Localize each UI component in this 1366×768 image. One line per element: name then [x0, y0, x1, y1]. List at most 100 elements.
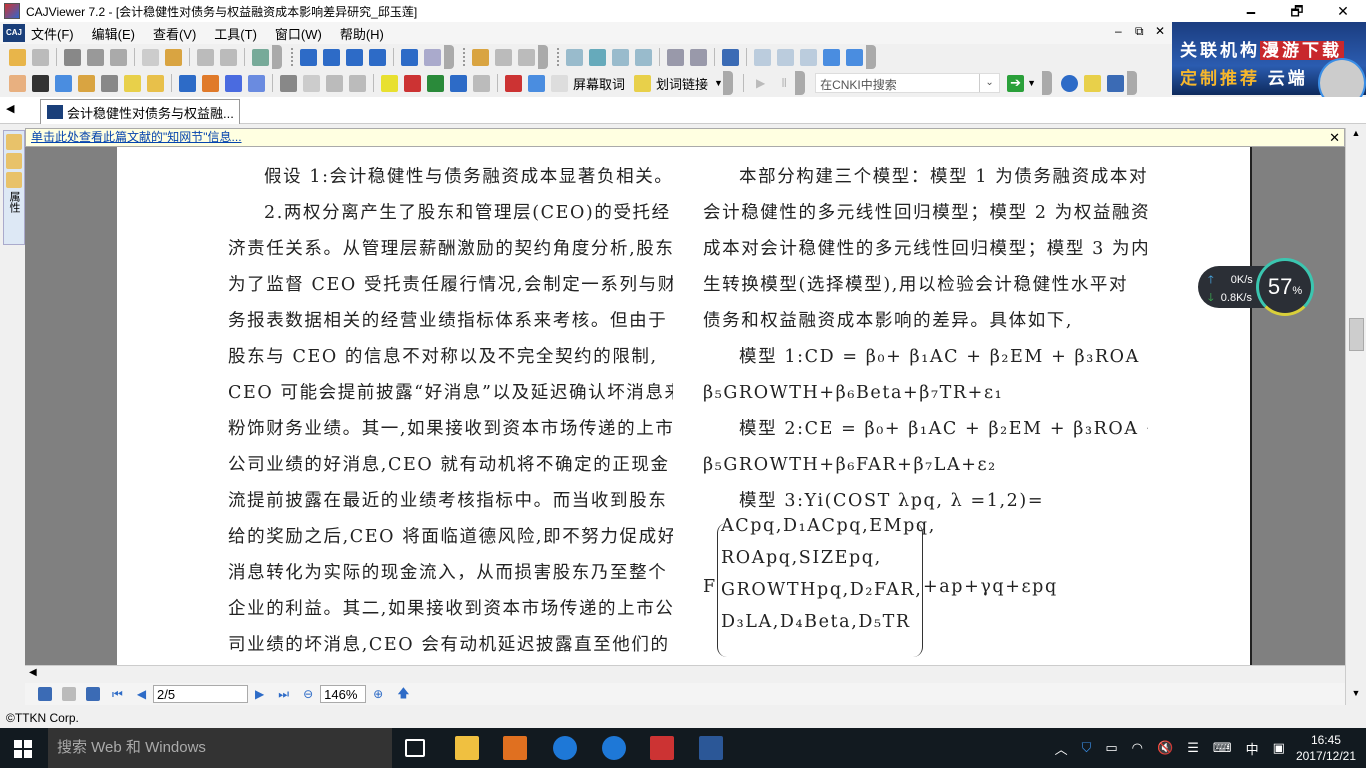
- send-icon[interactable]: [110, 48, 127, 66]
- toolbar-grip[interactable]: [1042, 71, 1053, 95]
- audio-icon[interactable]: [349, 74, 366, 92]
- document-view[interactable]: 假设 1:会计稳健性与债务融资成本显著负相关。 2.两权分离产生了股东和管理层(C…: [25, 147, 1345, 665]
- scroll-top-icon[interactable]: 🡅: [397, 684, 409, 705]
- menu-window[interactable]: 窗口(W): [275, 24, 322, 43]
- menu-help[interactable]: 帮助(H): [340, 24, 384, 43]
- zoom-out-icon[interactable]: [823, 48, 840, 66]
- zoom-in-icon[interactable]: [846, 48, 863, 66]
- taskbar-search[interactable]: 搜索 Web 和 Windows: [48, 728, 392, 768]
- search-go-icon[interactable]: ➔: [1007, 74, 1025, 92]
- two-page-icon[interactable]: [635, 48, 652, 66]
- tab-document[interactable]: 会计稳健性对债务与权益融...: [40, 99, 240, 124]
- open-icon[interactable]: [9, 48, 26, 66]
- close-infobar-icon[interactable]: ✕: [1329, 129, 1340, 146]
- last-page-icon[interactable]: [369, 48, 386, 66]
- first-page-icon[interactable]: ⏮: [112, 687, 123, 702]
- chevron-down-icon[interactable]: ▼: [714, 78, 723, 88]
- anchor-icon[interactable]: [450, 74, 467, 92]
- task-view-icon[interactable]: [405, 739, 425, 757]
- toolbar-grip[interactable]: [272, 45, 282, 69]
- fit-page-icon[interactable]: [800, 48, 817, 66]
- rectangle-icon[interactable]: [225, 74, 242, 92]
- find-icon[interactable]: [472, 48, 489, 66]
- ellipse-icon[interactable]: [248, 74, 265, 92]
- notes-icon[interactable]: [6, 134, 22, 150]
- edge-icon[interactable]: [602, 736, 626, 760]
- pause-icon[interactable]: Ⅱ: [781, 76, 787, 90]
- scroll-thumb[interactable]: [1349, 318, 1364, 351]
- scroll-up-icon[interactable]: ▲: [1346, 128, 1366, 145]
- page-layout-icon[interactable]: [690, 48, 707, 66]
- stamp-icon[interactable]: [473, 74, 490, 92]
- save-icon[interactable]: [32, 48, 49, 66]
- menu-file[interactable]: 文件(F): [31, 24, 74, 43]
- back-icon[interactable]: [401, 48, 418, 66]
- pen-icon[interactable]: [179, 74, 196, 92]
- zoom-out-icon[interactable]: ⊖: [303, 687, 313, 701]
- single-page-icon[interactable]: [566, 48, 583, 66]
- continuous-page-icon[interactable]: [589, 48, 606, 66]
- next-page-icon[interactable]: ▶: [255, 687, 264, 701]
- text-select-icon[interactable]: [55, 74, 72, 92]
- doc-minimize-button[interactable]: –: [1115, 24, 1122, 38]
- scroll-down-icon[interactable]: ▼: [1346, 688, 1366, 705]
- document-help-icon[interactable]: [1084, 74, 1102, 92]
- battery-icon[interactable]: ▭: [1105, 740, 1117, 756]
- doc-close-button[interactable]: ✕: [1155, 24, 1165, 38]
- network-speed-widget[interactable]: 🡑 0K/s 🡓 0.8K/s 57%: [1198, 258, 1316, 316]
- toolbar-grip[interactable]: [538, 45, 548, 69]
- word-icon[interactable]: [699, 736, 723, 760]
- annotation-icon[interactable]: [6, 153, 22, 169]
- doc-restore-button[interactable]: ⧉: [1135, 24, 1144, 39]
- help-icon[interactable]: [1061, 74, 1079, 92]
- zoom-input[interactable]: 146%: [320, 685, 367, 703]
- toolbar-grip[interactable]: [1127, 71, 1138, 95]
- undo-icon[interactable]: [197, 48, 214, 66]
- ime-indicator[interactable]: 中: [1246, 739, 1259, 758]
- actual-size-icon[interactable]: [754, 48, 771, 66]
- copy-icon[interactable]: [142, 48, 159, 66]
- find-prev-icon[interactable]: [495, 48, 512, 66]
- word-link-button[interactable]: 划词链接: [656, 74, 708, 93]
- facing-page-icon[interactable]: [612, 48, 629, 66]
- windows-start-icon[interactable]: [14, 740, 32, 758]
- menu-tools[interactable]: 工具(T): [214, 24, 257, 43]
- note-icon[interactable]: [124, 74, 141, 92]
- office-icon[interactable]: [503, 736, 527, 760]
- cajviewer-taskbar-icon[interactable]: [650, 736, 674, 760]
- close-button[interactable]: ✕: [1320, 0, 1366, 22]
- forward-icon[interactable]: [424, 48, 441, 66]
- vertical-scrollbar[interactable]: ▲ ▼: [1345, 128, 1366, 705]
- menu-edit[interactable]: 编辑(E): [92, 24, 135, 43]
- fullscreen-icon[interactable]: [722, 48, 739, 66]
- chevron-down-icon[interactable]: ▼: [1027, 78, 1036, 88]
- toolbar-handle[interactable]: [463, 48, 466, 66]
- media-icon[interactable]: [326, 74, 343, 92]
- toolbar-handle[interactable]: [291, 48, 294, 66]
- properties-icon[interactable]: [252, 48, 269, 66]
- toolbar-grip[interactable]: [866, 45, 876, 69]
- toolbar-grip[interactable]: [444, 45, 454, 69]
- rotate-icon[interactable]: [667, 48, 684, 66]
- highlight-text-icon[interactable]: [381, 74, 398, 92]
- prev-page-icon[interactable]: ◀: [137, 687, 146, 701]
- ie-icon[interactable]: [553, 736, 577, 760]
- hand-tool-icon[interactable]: [9, 74, 26, 92]
- screen-word-button[interactable]: 屏幕取词: [573, 74, 625, 93]
- thumbnail-view-icon[interactable]: [86, 687, 100, 701]
- paste-icon[interactable]: [165, 48, 182, 66]
- app-tray-icon[interactable]: ▣: [1273, 740, 1285, 756]
- toolbar-grip[interactable]: [795, 71, 806, 95]
- chevron-down-icon[interactable]: ⌄: [979, 74, 999, 92]
- highlight-note-icon[interactable]: [147, 74, 164, 92]
- strikeout-icon[interactable]: [404, 74, 421, 92]
- maximize-button[interactable]: 🗗: [1274, 0, 1320, 22]
- bookmark-icon[interactable]: [6, 172, 22, 188]
- pencil-icon[interactable]: [202, 74, 219, 92]
- facing-view-icon[interactable]: [62, 687, 76, 701]
- next-page-icon[interactable]: [346, 48, 363, 66]
- play-icon[interactable]: ▶: [756, 76, 765, 90]
- single-page-view-icon[interactable]: [38, 687, 52, 701]
- toolbar-handle[interactable]: [557, 48, 560, 66]
- menu-view[interactable]: 查看(V): [153, 24, 196, 43]
